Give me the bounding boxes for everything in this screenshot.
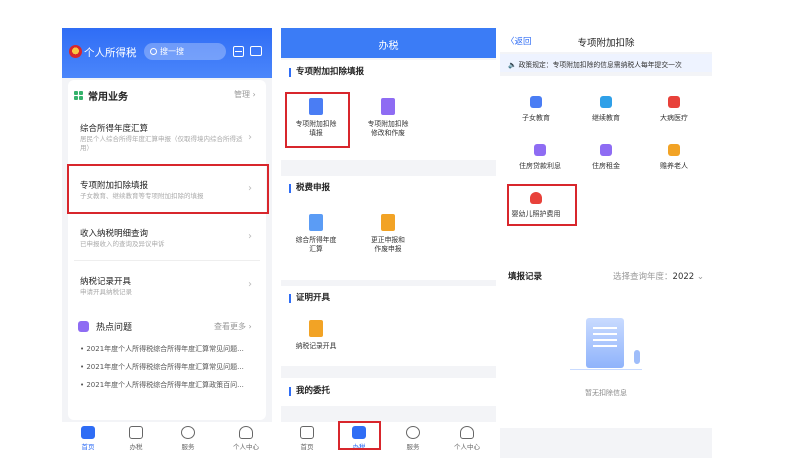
house-icon bbox=[534, 144, 546, 156]
section-title: 我的委托 bbox=[289, 387, 330, 396]
category-continuing-education[interactable]: 继续教育 bbox=[576, 96, 636, 123]
hot-question-item[interactable]: • 2021年度个人所得税综合所得年度汇算政策百问... bbox=[80, 380, 258, 390]
section-delegation: 我的委托 bbox=[281, 378, 496, 406]
office-tabbar: 首页 办税 服务 个人中心 bbox=[281, 422, 496, 458]
home-tabbar: 首页 办税 服务 个人中心 bbox=[62, 422, 272, 458]
calculator-icon bbox=[309, 214, 323, 231]
app-title: 个人所得税 bbox=[84, 47, 137, 59]
section-title: 专项附加扣除填报 bbox=[289, 68, 364, 77]
annual-settlement[interactable]: 综合所得年度 汇算 bbox=[281, 214, 351, 254]
graduation-cap-icon bbox=[600, 96, 612, 108]
correction-icon bbox=[381, 214, 395, 231]
highlight-box bbox=[338, 421, 381, 450]
section-title: 证明开具 bbox=[289, 294, 330, 303]
tab-profile[interactable]: 个人中心 bbox=[226, 426, 266, 456]
message-icon[interactable] bbox=[250, 46, 262, 56]
section-certificate: 证明开具 纳税记录开具 bbox=[281, 286, 496, 366]
category-grid: 子女教育 继续教育 大病医疗 住房贷款利息 住房租金 赡养老人 婴幼儿照护费用 bbox=[500, 76, 712, 266]
document-icon bbox=[129, 426, 143, 439]
elderly-icon bbox=[668, 144, 680, 156]
highlight-box bbox=[67, 164, 269, 214]
home-screen: 个人所得税 搜一搜 常用业务 管理 › 综合所得年度汇算 居民个人综合所得年度汇… bbox=[62, 28, 272, 458]
person-icon bbox=[239, 426, 253, 439]
search-placeholder: 搜一搜 bbox=[160, 47, 184, 56]
children-icon bbox=[530, 96, 542, 108]
empty-state-text: 暂无扣除信息 bbox=[585, 389, 627, 397]
hot-question-item[interactable]: • 2021年度个人所得税综合所得年度汇算常见问题... bbox=[80, 362, 258, 372]
year-selector[interactable]: 选择查询年度：2022 ⌄ bbox=[613, 270, 704, 282]
highlight-box bbox=[285, 92, 350, 148]
hot-question-item[interactable]: • 2021年度个人所得税综合所得年度汇算常见问题... bbox=[80, 344, 258, 354]
manage-link[interactable]: 管理 › bbox=[234, 89, 256, 100]
medical-kit-icon bbox=[668, 96, 680, 108]
category-housing-rent[interactable]: 住房租金 bbox=[576, 144, 636, 171]
tab-profile[interactable]: 个人中心 bbox=[447, 426, 487, 456]
tab-home[interactable]: 首页 bbox=[68, 426, 108, 456]
hot-questions-title: 热点问题 bbox=[96, 323, 133, 333]
illustration-ground bbox=[570, 369, 642, 370]
fire-icon bbox=[78, 321, 89, 332]
category-elderly-support[interactable]: 赡养老人 bbox=[644, 144, 704, 171]
category-children-education[interactable]: 子女教育 bbox=[506, 96, 566, 123]
chevron-down-icon: ⌄ bbox=[696, 272, 704, 282]
item-title: 综合所得年度汇算 bbox=[80, 124, 149, 134]
section-title: 常用业务 bbox=[88, 92, 128, 103]
office-header: 办税 bbox=[281, 28, 496, 58]
search-icon bbox=[150, 48, 157, 55]
rent-house-icon bbox=[600, 144, 612, 156]
category-mortgage-interest[interactable]: 住房贷款利息 bbox=[510, 144, 570, 171]
search-input[interactable]: 搜一搜 bbox=[144, 43, 226, 60]
grid-icon bbox=[74, 91, 84, 101]
item-title: 纳税记录开具 bbox=[80, 277, 132, 287]
tab-home[interactable]: 首页 bbox=[287, 426, 327, 456]
see-more-link[interactable]: 查看更多 › bbox=[214, 321, 252, 332]
item-annual-settlement[interactable]: 综合所得年度汇算 居民个人综合所得年度汇算申报（仅取得境内综合所得适用） › bbox=[74, 114, 260, 162]
tab-service[interactable]: 服务 bbox=[393, 426, 433, 456]
item-subtitle: 已申报收入的查询及异议申诉 bbox=[80, 240, 165, 248]
chevron-right-icon: › bbox=[248, 132, 252, 143]
tab-service[interactable]: 服务 bbox=[168, 426, 208, 456]
policy-text: 🔈 政策规定：专项附加扣除的信息需纳税人每年提交一次 bbox=[508, 61, 682, 69]
plant-illustration bbox=[634, 350, 640, 364]
records-card: 填报记录 选择查询年度：2022 ⌄ 暂无扣除信息 bbox=[500, 260, 712, 428]
edit-document-icon bbox=[381, 98, 395, 115]
item-title: 收入纳税明细查询 bbox=[80, 229, 149, 239]
records-title: 填报记录 bbox=[508, 272, 543, 282]
home-icon bbox=[300, 426, 314, 439]
page-title: 办税 bbox=[378, 41, 399, 52]
certificate-icon bbox=[309, 320, 323, 337]
person-icon bbox=[460, 426, 474, 439]
item-subtitle: 申请开具纳税记录 bbox=[80, 288, 132, 296]
correct-filing[interactable]: 更正申报和 作废申报 bbox=[353, 214, 423, 254]
chevron-right-icon: › bbox=[248, 231, 252, 242]
category-serious-illness[interactable]: 大病医疗 bbox=[644, 96, 704, 123]
home-header: 个人所得税 搜一搜 bbox=[62, 28, 272, 78]
section-tax-filing: 税费申报 综合所得年度 汇算 更正申报和 作废申报 bbox=[281, 176, 496, 280]
section-title: 税费申报 bbox=[289, 184, 330, 193]
modify-special-deduction[interactable]: 专项附加扣除 修改和作废 bbox=[353, 98, 423, 138]
home-icon bbox=[81, 426, 95, 439]
heart-icon bbox=[181, 426, 195, 439]
divider bbox=[74, 260, 260, 261]
heart-icon bbox=[406, 426, 420, 439]
scan-icon[interactable] bbox=[233, 46, 244, 57]
policy-banner: 🔈 政策规定：专项附加扣除的信息需纳税人每年提交一次 bbox=[500, 54, 712, 72]
tab-tax[interactable]: 办税 bbox=[116, 426, 156, 456]
item-income-query[interactable]: 收入纳税明细查询 已申报收入的查询及异议申诉 › bbox=[74, 218, 260, 258]
deduction-screen: 〈返回 专项附加扣除 🔈 政策规定：专项附加扣除的信息需纳税人每年提交一次 子女… bbox=[500, 28, 712, 458]
item-tax-record[interactable]: 纳税记录开具 申请开具纳税记录 › bbox=[74, 266, 260, 306]
page-title: 专项附加扣除 bbox=[577, 38, 635, 49]
item-subtitle: 居民个人综合所得年度汇算申报（仅取得境内综合所得适用） bbox=[80, 135, 243, 152]
deduction-header: 〈返回 专项附加扣除 bbox=[500, 28, 712, 52]
highlight-box bbox=[507, 184, 577, 226]
chevron-right-icon: › bbox=[248, 279, 252, 290]
empty-document-illustration bbox=[586, 318, 624, 368]
national-emblem-icon bbox=[69, 45, 82, 58]
tax-record-issue[interactable]: 纳税记录开具 bbox=[281, 320, 351, 351]
